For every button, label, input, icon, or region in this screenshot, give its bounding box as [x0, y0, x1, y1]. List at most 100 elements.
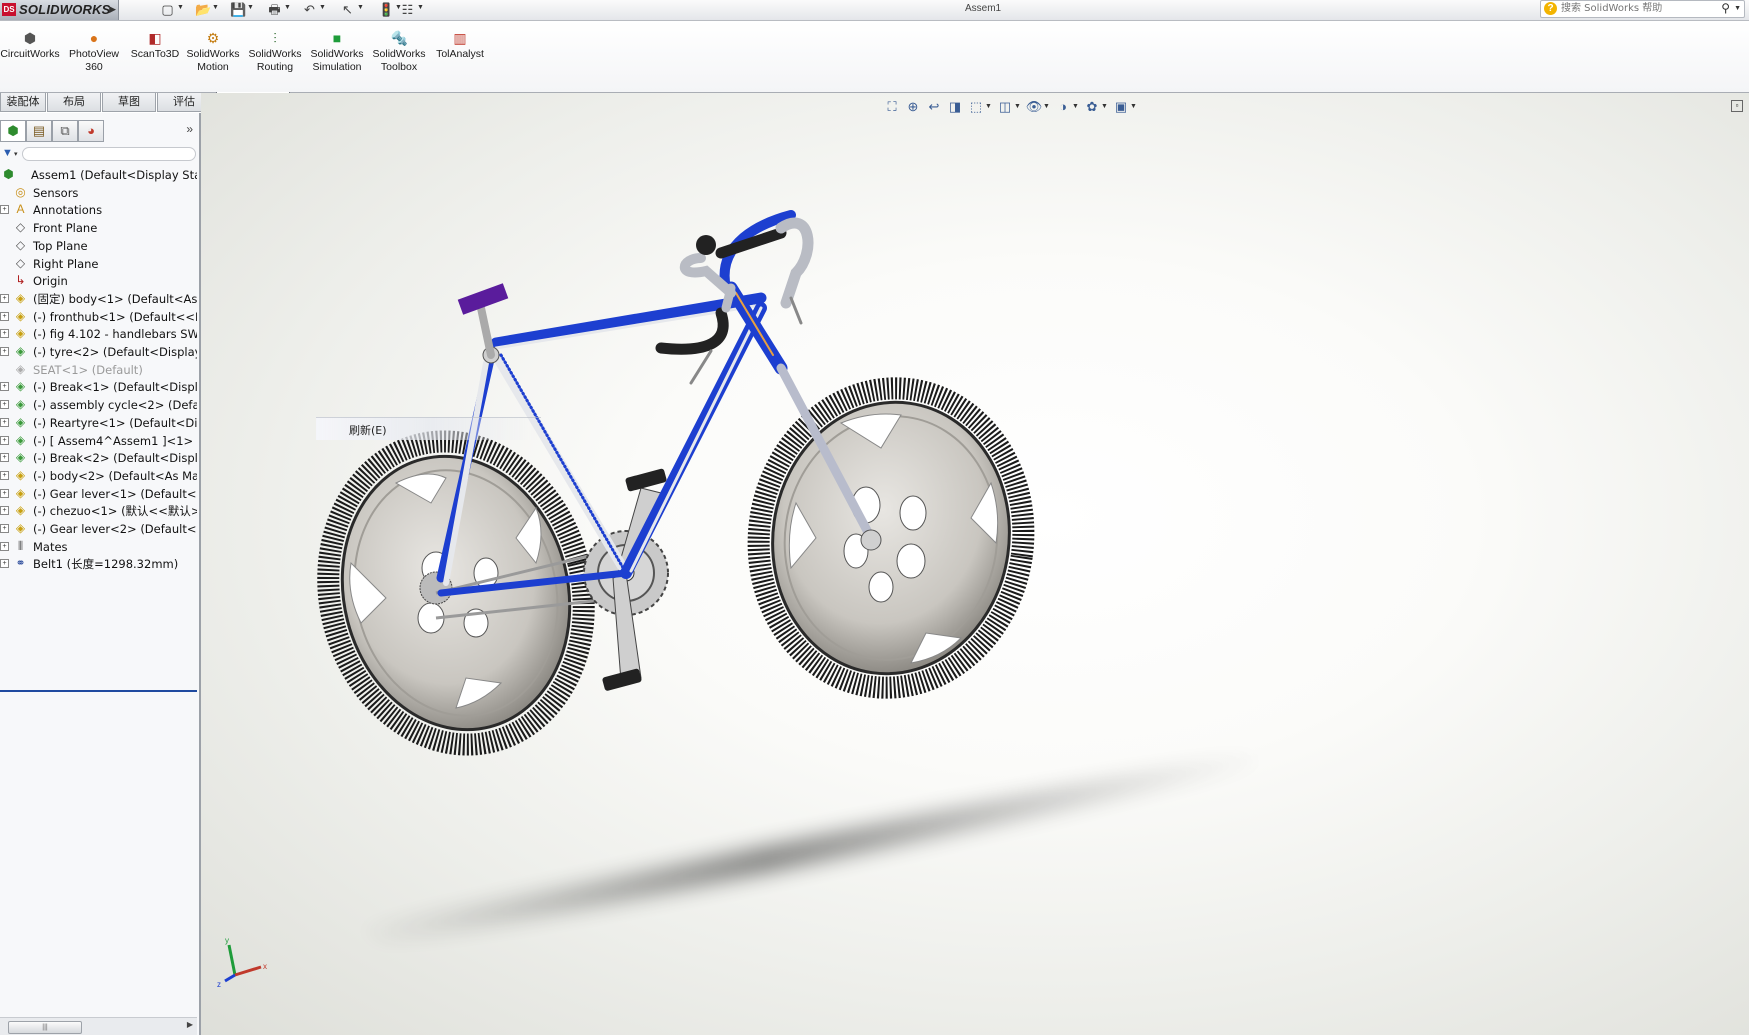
- tree-node[interactable]: + ◈ (-) [ Assem4^Assem1 ]<1> (De: [0, 432, 197, 450]
- expand-plus-icon[interactable]: +: [0, 453, 9, 463]
- previous-view-icon[interactable]: ↩: [925, 98, 943, 116]
- tree-node[interactable]: + ◈ (-) Gear lever<1> (Default<<De: [0, 485, 197, 503]
- tree-node[interactable]: + ⚭ Belt1 (长度=1298.32mm): [0, 555, 197, 573]
- chevron-down-icon[interactable]: ▼: [1101, 103, 1108, 110]
- tree-node[interactable]: + ◈ (-) assembly cycle<2> (Default: [0, 396, 197, 414]
- expand-plus-icon[interactable]: +: [0, 470, 9, 480]
- print-icon[interactable]: 🖶: [267, 2, 282, 17]
- tree-node[interactable]: ◇ Right Plane: [0, 255, 197, 273]
- tree-node[interactable]: ⬢ Assem1 (Default<Display State: [0, 166, 197, 184]
- scrollbar-thumb[interactable]: |||: [8, 1021, 82, 1034]
- expand-plus-icon[interactable]: +: [0, 417, 9, 427]
- chevron-down-icon[interactable]: ▼: [177, 4, 184, 11]
- toolbox-button[interactable]: 🔩 SolidWorks Toolbox: [368, 30, 430, 90]
- filter-input[interactable]: [22, 147, 196, 161]
- tree-node[interactable]: ◈ SEAT<1> (Default): [0, 361, 197, 379]
- rebuild-traffic-icon[interactable]: 🚦: [378, 2, 394, 17]
- photoview-button[interactable]: ● PhotoView 360: [63, 30, 125, 90]
- expand-plus-icon[interactable]: +: [0, 311, 9, 321]
- tree-node[interactable]: + ◈ (固定) body<1> (Default<As M: [0, 290, 197, 308]
- save-icon[interactable]: 💾: [230, 2, 246, 17]
- expand-plus-icon[interactable]: +: [0, 400, 9, 410]
- display-manager-tab-icon[interactable]: ◕: [78, 120, 104, 142]
- expand-plus-icon[interactable]: +: [0, 506, 9, 516]
- tree-node[interactable]: + ◈ (-) fig 4.102 - handlebars SW 20: [0, 325, 197, 343]
- scene-icon[interactable]: ✿: [1083, 98, 1101, 116]
- graphics-area[interactable]: ⛶ ⊕ ↩ ◨ ⬚ ▼ ◫ ▼ 👁 ▼ ◑ ▼ ✿ ▼ ▣ ▼ ▫ 刷新(E) y x z: [201, 93, 1749, 1035]
- menu-flyout-arrow-icon[interactable]: ▶: [109, 4, 116, 15]
- chevron-down-icon[interactable]: ▼: [284, 4, 291, 11]
- tree-node[interactable]: + ◈ (-) Reartyre<1> (Default<Displa: [0, 414, 197, 432]
- section-view-icon[interactable]: ◨: [946, 98, 964, 116]
- tree-node[interactable]: + ◈ (-) body<2> (Default<As Mach: [0, 467, 197, 485]
- chevron-down-icon[interactable]: ▼: [1043, 103, 1050, 110]
- expand-plus-icon[interactable]: +: [0, 524, 9, 533]
- zoom-to-fit-icon[interactable]: ⛶: [883, 98, 901, 116]
- expand-plus-icon[interactable]: +: [0, 488, 9, 498]
- simulation-button[interactable]: ■ SolidWorks Simulation: [306, 30, 368, 90]
- chevron-down-icon[interactable]: ▼: [212, 4, 219, 11]
- tree-node[interactable]: + ◈ (-) Break<1> (Default<Display S: [0, 378, 197, 396]
- tab-2[interactable]: 草图: [102, 93, 156, 112]
- routing-button[interactable]: ⫶ SolidWorks Routing: [244, 30, 306, 90]
- feature-manager-tab-icon[interactable]: ⬢: [0, 120, 26, 142]
- motion-button[interactable]: ⚙ SolidWorks Motion: [182, 30, 244, 90]
- expand-plus-icon[interactable]: +: [0, 541, 9, 551]
- expand-plus-icon[interactable]: +: [0, 347, 9, 356]
- scanto3d-button[interactable]: ◧ ScanTo3D: [124, 30, 186, 90]
- tab-0[interactable]: 装配体: [0, 93, 46, 112]
- solidworks-logo-menu[interactable]: DS SOLIDWORKS ▶: [0, 0, 119, 20]
- chevron-down-icon[interactable]: ▼: [1734, 5, 1741, 12]
- expand-plus-icon[interactable]: +: [0, 435, 9, 445]
- tree-node[interactable]: + A Annotations: [0, 201, 197, 219]
- property-manager-tab-icon[interactable]: ▤: [26, 120, 52, 142]
- view-orientation-icon[interactable]: ⬚: [967, 98, 985, 116]
- chevron-down-icon[interactable]: ▾: [14, 150, 18, 158]
- chevron-down-icon[interactable]: ▼: [1014, 103, 1021, 110]
- tree-node[interactable]: ↳ Origin: [0, 272, 197, 290]
- context-menu-refresh-item[interactable]: 刷新(E): [349, 422, 387, 438]
- view-settings-icon[interactable]: ▣: [1112, 98, 1130, 116]
- open-folder-icon[interactable]: 📂: [195, 2, 211, 17]
- chevron-down-icon[interactable]: ▼: [319, 4, 326, 11]
- viewport-restore-icon[interactable]: ▫: [1731, 100, 1743, 112]
- select-arrow-icon[interactable]: ↖: [340, 2, 355, 17]
- zoom-area-icon[interactable]: ⊕: [904, 98, 922, 116]
- tree-node[interactable]: + ◈ (-) fronthub<1> (Default<<Def: [0, 308, 197, 326]
- filter-funnel-icon[interactable]: ▼: [2, 147, 13, 159]
- display-style-icon[interactable]: ◫: [996, 98, 1014, 116]
- hide-show-icon[interactable]: 👁: [1025, 98, 1043, 116]
- horizontal-scrollbar[interactable]: ||| ▶: [0, 1017, 197, 1035]
- appearance-icon[interactable]: ◑: [1054, 98, 1072, 116]
- tree-node[interactable]: ◎ Sensors: [0, 184, 197, 202]
- options-icon[interactable]: ☷: [400, 2, 415, 17]
- tree-node[interactable]: + ◈ (-) Break<2> (Default<Display S: [0, 449, 197, 467]
- double-chevron-right-icon[interactable]: »: [186, 122, 193, 136]
- scroll-right-icon[interactable]: ▶: [187, 1020, 193, 1029]
- undo-icon[interactable]: ↶: [302, 2, 317, 17]
- new-doc-icon[interactable]: ▢: [160, 2, 175, 17]
- expand-plus-icon[interactable]: +: [0, 382, 9, 392]
- help-search-input[interactable]: [1561, 1, 1711, 16]
- chevron-down-icon[interactable]: ▼: [985, 103, 992, 110]
- tree-node[interactable]: ◇ Front Plane: [0, 219, 197, 237]
- chevron-down-icon[interactable]: ▼: [1130, 103, 1137, 110]
- tab-1[interactable]: 布局: [47, 93, 101, 112]
- expand-plus-icon[interactable]: +: [0, 329, 9, 339]
- tree-node[interactable]: ◇ Top Plane: [0, 237, 197, 255]
- circuitworks-button[interactable]: ⬢ CircuitWorks: [0, 30, 61, 90]
- chevron-down-icon[interactable]: ▼: [357, 4, 364, 11]
- tree-node[interactable]: + ⫴ Mates: [0, 538, 197, 556]
- chevron-down-icon[interactable]: ▼: [417, 4, 424, 11]
- chevron-down-icon[interactable]: ▼: [247, 4, 254, 11]
- chevron-down-icon[interactable]: ▼: [1072, 103, 1079, 110]
- tree-node[interactable]: + ◈ (-) chezuo<1> (默认<<默认>_: [0, 502, 197, 520]
- expand-plus-icon[interactable]: +: [0, 559, 9, 569]
- help-search-box[interactable]: ? ⚲ ▼: [1540, 0, 1745, 18]
- bicycle-model[interactable]: [201, 93, 1749, 1035]
- configuration-manager-tab-icon[interactable]: ⧉: [52, 120, 78, 142]
- search-icon[interactable]: ⚲: [1721, 1, 1730, 15]
- expand-plus-icon[interactable]: +: [0, 205, 9, 215]
- tree-node[interactable]: + ◈ (-) tyre<2> (Default<Display St: [0, 343, 197, 361]
- tree-node[interactable]: + ◈ (-) Gear lever<2> (Default<<De: [0, 520, 197, 538]
